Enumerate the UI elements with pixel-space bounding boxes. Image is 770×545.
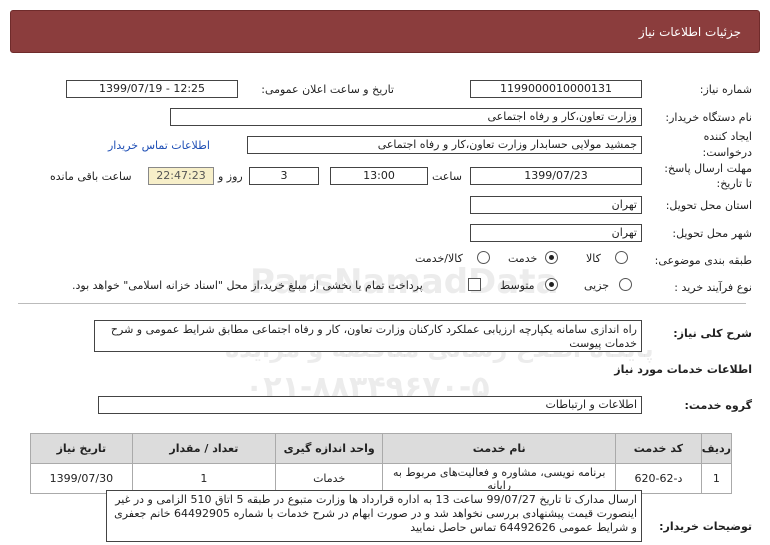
cell-service-code: د-62-620 xyxy=(615,463,702,494)
services-section-title: اطلاعات خدمات مورد نیاز xyxy=(614,363,752,376)
service-group-field[interactable]: اطلاعات و ارتباطات xyxy=(98,396,642,414)
deadline-time-label: ساعت xyxy=(432,170,462,183)
need-number-label: شماره نیاز: xyxy=(699,83,752,96)
cell-row: 1 xyxy=(700,463,733,494)
services-table: ردیف کد خدمت نام خدمت واحد اندازه گیری ت… xyxy=(30,433,733,494)
buyer-field[interactable]: وزارت تعاون،کار و رفاه اجتماعی xyxy=(170,108,642,126)
col-row: ردیف xyxy=(700,433,733,464)
treasury-payment-checkbox[interactable] xyxy=(468,278,481,291)
deadline-date-field[interactable]: 1399/07/23 xyxy=(470,167,642,185)
contact-buyer-link[interactable]: اطلاعات تماس خریدار xyxy=(108,139,210,152)
announce-field[interactable]: 1399/07/19 - 12:25 xyxy=(66,80,238,98)
divider xyxy=(18,303,746,304)
category-option-service: خدمت xyxy=(508,252,538,265)
cell-unit: خدمات xyxy=(274,463,384,494)
buyer-label: نام دستگاه خریدار: xyxy=(665,111,752,124)
days-label: روز و xyxy=(218,170,243,183)
remaining-label: ساعت باقی مانده xyxy=(50,170,132,183)
process-option-minor: جزیی xyxy=(584,279,610,292)
col-service-code: کد خدمت xyxy=(615,433,702,464)
category-radio-goods-service[interactable] xyxy=(477,251,490,264)
header-bar: جزئیات اطلاعات نیاز xyxy=(10,10,760,53)
page: جزئیات اطلاعات نیاز ParsNamadData پایگاه… xyxy=(0,0,770,545)
cell-need-date: 1399/07/30 xyxy=(30,463,133,494)
service-group-label: گروه خدمت: xyxy=(684,399,752,412)
category-radio-service[interactable] xyxy=(545,251,558,264)
province-label: استان محل تحویل: xyxy=(665,199,752,212)
buyer-notes-text: ارسال مدارک تا تاریخ 99/07/27 ساعت 13 به… xyxy=(106,490,642,542)
process-label: نوع فرآیند خرید : xyxy=(674,281,752,294)
process-radio-medium[interactable] xyxy=(545,278,558,291)
category-option-goods-service: کالا/خدمت xyxy=(415,252,463,265)
remaining-time-field: 22:47:23 xyxy=(148,167,214,185)
process-radio-minor[interactable] xyxy=(619,278,632,291)
cell-service-name: برنامه نویسی، مشاوره و فعالیت‌های مربوط … xyxy=(382,463,617,494)
deadline-label-2: تا تاریخ: xyxy=(716,177,752,190)
creator-label-1: ایجاد کننده xyxy=(703,130,752,143)
payment-note: پرداخت تمام یا بخشی از مبلغ خرید،از محل … xyxy=(72,279,423,292)
table-row: 1 د-62-620 برنامه نویسی، مشاوره و فعالیت… xyxy=(30,463,733,494)
city-label: شهر محل تحویل: xyxy=(672,227,752,240)
col-need-date: تاریخ نیاز xyxy=(30,433,133,464)
category-label: طبقه بندی موضوعی: xyxy=(654,254,752,267)
col-service-name: نام خدمت xyxy=(382,433,617,464)
process-option-medium: متوسط xyxy=(500,279,535,292)
category-option-goods: کالا xyxy=(586,252,601,265)
col-unit: واحد اندازه گیری xyxy=(274,433,384,464)
days-field[interactable]: 3 xyxy=(249,167,319,185)
announce-label: تاریخ و ساعت اعلان عمومی: xyxy=(261,83,394,96)
creator-field[interactable]: جمشید مولایی حسابدار وزارت تعاون،کار و ر… xyxy=(247,136,642,154)
deadline-time-field[interactable]: 13:00 xyxy=(330,167,428,185)
need-number-field[interactable]: 1199000010000131 xyxy=(470,80,642,98)
category-radio-goods[interactable] xyxy=(615,251,628,264)
summary-label: شرح کلی نیاز: xyxy=(673,327,752,340)
deadline-label-1: مهلت ارسال پاسخ: xyxy=(664,162,752,175)
province-field[interactable]: تهران xyxy=(470,196,642,214)
table-header-row: ردیف کد خدمت نام خدمت واحد اندازه گیری ت… xyxy=(30,433,733,464)
summary-text: راه اندازی سامانه یکپارچه ارزیابی عملکرد… xyxy=(94,320,642,352)
city-field[interactable]: تهران xyxy=(470,224,642,242)
page-title: جزئیات اطلاعات نیاز xyxy=(638,25,741,39)
col-quantity: تعداد / مقدار xyxy=(131,433,276,464)
creator-label-2: درخواست: xyxy=(702,146,752,159)
cell-quantity: 1 xyxy=(131,463,276,494)
buyer-notes-label: توضیحات خریدار: xyxy=(659,520,752,533)
